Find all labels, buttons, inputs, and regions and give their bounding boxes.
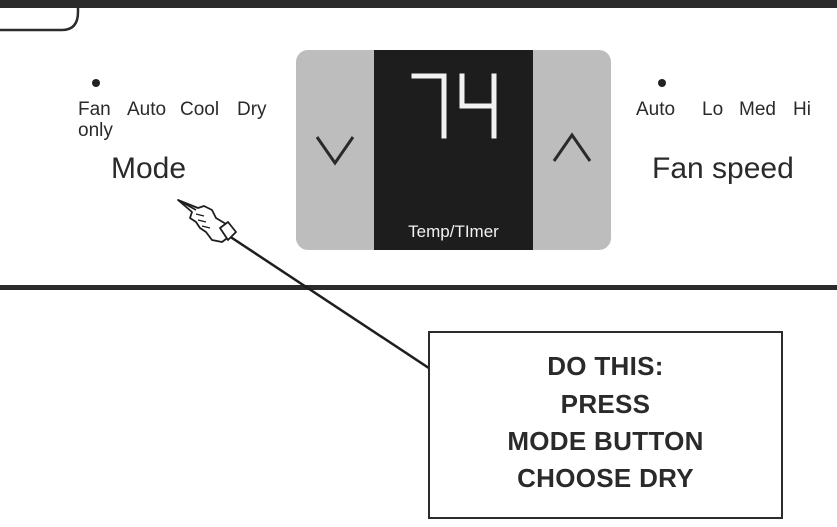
instruction-box: DO THIS: PRESS MODE BUTTON CHOOSE DRY [428,331,783,519]
pointing-hand-icon [177,199,237,243]
instruction-line-2: PRESS [560,389,651,419]
instruction-line-1: DO THIS: [547,351,664,381]
instruction-line-4: CHOOSE DRY [517,463,694,493]
instruction-line-3: MODE BUTTON [507,426,704,456]
